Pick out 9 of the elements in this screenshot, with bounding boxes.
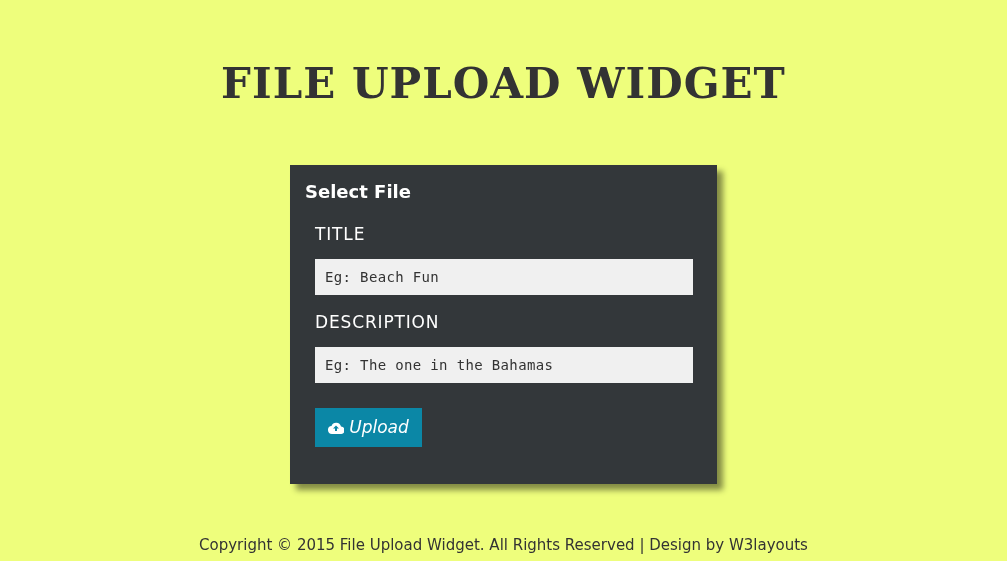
field-label: DESCRIPTION [315, 311, 441, 333]
input-field[interactable]: Eg: Beach Fun [315, 259, 693, 295]
card-heading: Select File [305, 180, 412, 204]
cloud-upload-icon [328, 421, 345, 434]
page-title: FILE UPLOAD WIDGET [221, 60, 786, 108]
field-label: TITLE [315, 223, 367, 245]
input-field[interactable]: Eg: The one in the Bahamas [315, 347, 693, 383]
upload-button[interactable]: Upload [315, 408, 422, 447]
footer-text: Copyright © 2015 File Upload Widget. All Rights Reserved | Design by W3layouts [199, 535, 808, 556]
